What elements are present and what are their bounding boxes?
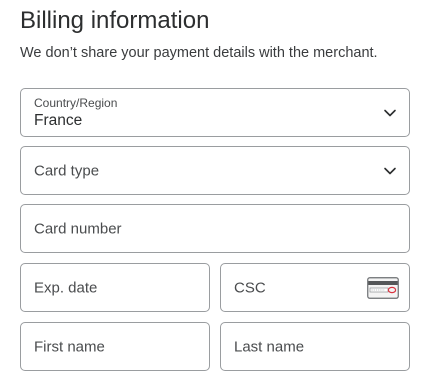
country-label: Country/Region bbox=[34, 96, 118, 110]
card-type-select[interactable]: Card type bbox=[20, 146, 410, 195]
first-name-placeholder: First name bbox=[34, 338, 105, 355]
page-subtitle: We don’t share your payment details with… bbox=[20, 45, 378, 61]
card-number-field[interactable]: Card number bbox=[20, 204, 410, 253]
last-name-field[interactable]: Last name bbox=[220, 322, 410, 371]
card-security-code-icon bbox=[367, 276, 399, 299]
card-type-placeholder: Card type bbox=[34, 162, 100, 179]
country-value: France bbox=[34, 112, 83, 129]
page-title: Billing information bbox=[20, 7, 210, 34]
country-select[interactable]: Country/Region France bbox=[20, 88, 410, 137]
last-name-placeholder: Last name bbox=[234, 338, 305, 355]
card-number-placeholder: Card number bbox=[34, 220, 122, 237]
csc-placeholder: CSC bbox=[234, 279, 266, 296]
chevron-down-icon bbox=[384, 109, 396, 116]
exp-date-placeholder: Exp. date bbox=[34, 279, 98, 296]
exp-date-field[interactable]: Exp. date bbox=[20, 263, 210, 312]
first-name-field[interactable]: First name bbox=[20, 322, 210, 371]
chevron-down-icon bbox=[384, 167, 396, 174]
csc-field[interactable]: CSC bbox=[220, 263, 410, 312]
